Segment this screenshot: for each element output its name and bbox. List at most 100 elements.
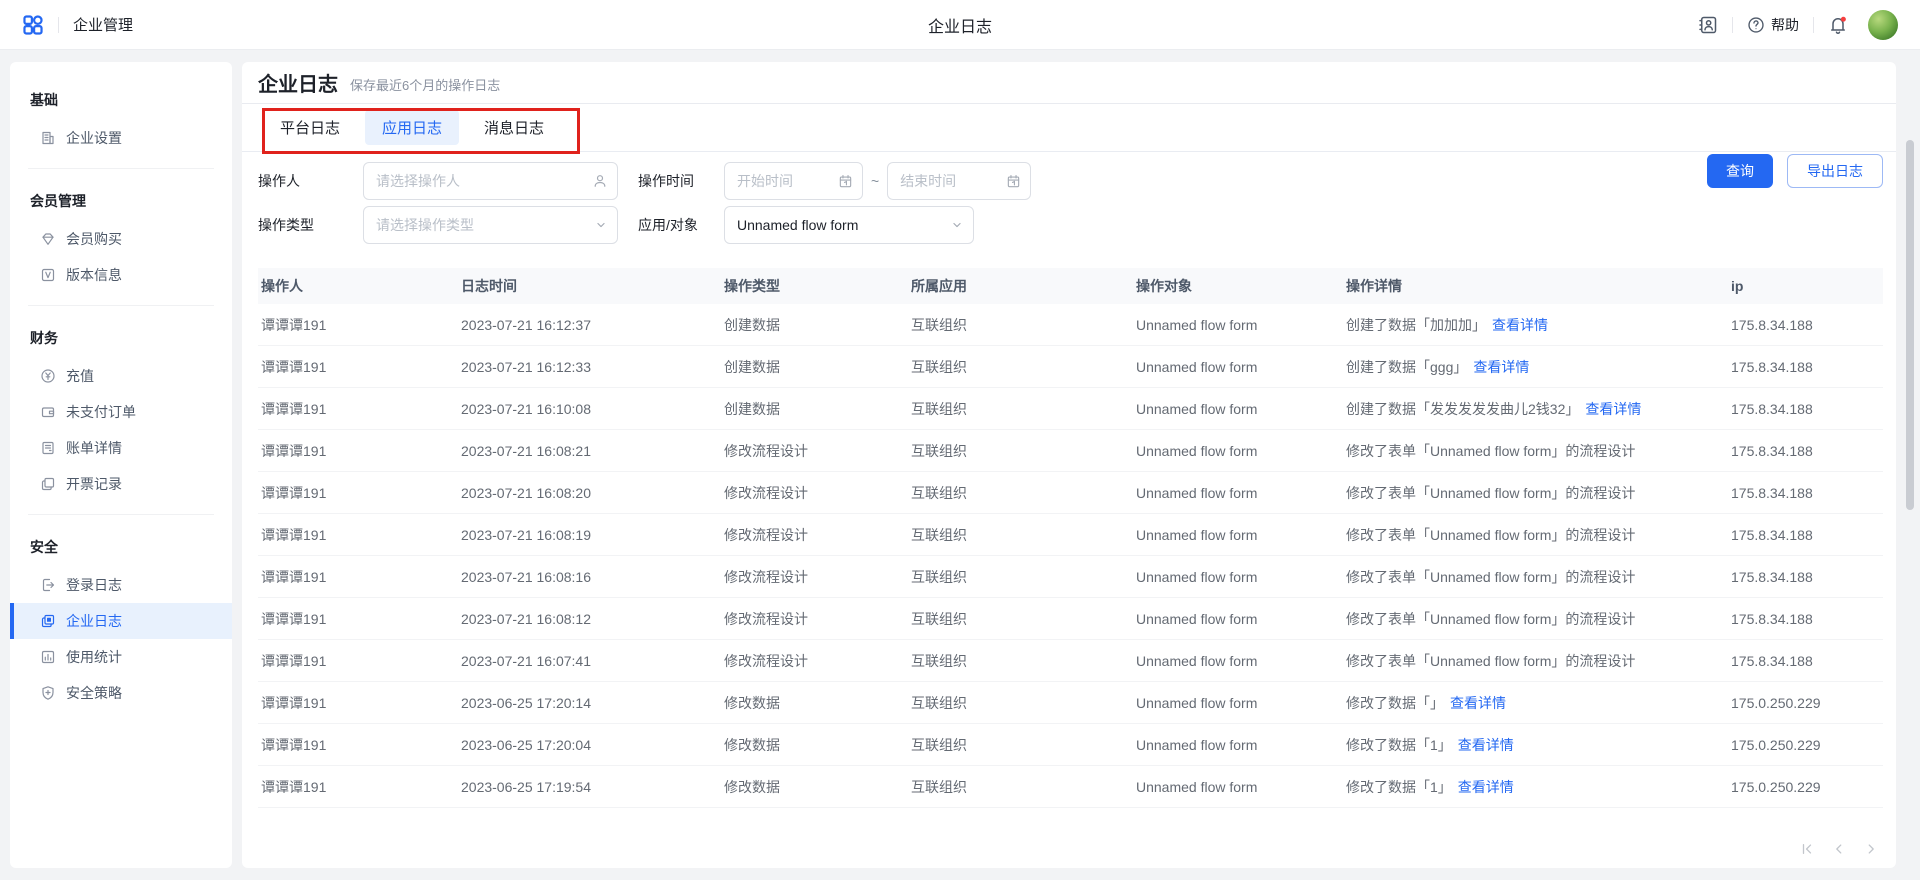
sidebar-divider [28, 305, 214, 306]
sidebar-item-member-purchase[interactable]: 会员购买 [10, 221, 232, 257]
view-details-link[interactable]: 查看详情 [1450, 695, 1506, 711]
sidebar-item-bill-details[interactable]: 账单详情 [10, 430, 232, 466]
view-details-link[interactable]: 查看详情 [1473, 359, 1529, 375]
sidebar-item-security-policy[interactable]: 安全策略 [10, 675, 232, 711]
table-cell: 2023-07-21 16:08:21 [458, 443, 721, 459]
table-cell: Unnamed flow form [1133, 569, 1343, 585]
table-cell: 互联组织 [908, 525, 1133, 545]
detail-cell: 创建了数据「发发发发发曲儿2钱32」查看详情 [1343, 399, 1728, 419]
export-logs-button[interactable]: 导出日志 [1787, 154, 1883, 188]
range-separator: ~ [871, 173, 879, 189]
table-cell: 2023-07-21 16:08:20 [458, 485, 721, 501]
vertical-scrollbar[interactable] [1906, 140, 1914, 510]
sidebar-item-label: 企业日志 [66, 611, 122, 631]
table-cell: Unnamed flow form [1133, 485, 1343, 501]
wallet-icon [40, 404, 56, 420]
detail-cell: 创建了数据「ggg」查看详情 [1343, 357, 1728, 377]
view-details-link[interactable]: 查看详情 [1492, 317, 1548, 333]
ip-cell: 175.8.34.188 [1728, 359, 1880, 375]
calendar-icon[interactable] [1006, 174, 1021, 189]
page-next-icon[interactable] [1864, 842, 1878, 856]
calendar-icon[interactable] [838, 174, 853, 189]
detail-cell: 修改了表单「Unnamed flow form」的流程设计 [1343, 567, 1728, 587]
time-label: 操作时间 [638, 171, 724, 191]
table-row: 谭谭谭1912023-07-21 16:12:37创建数据互联组织Unnamed… [258, 304, 1883, 346]
diamond-icon [40, 231, 56, 247]
sidebar-item-label: 登录日志 [66, 575, 122, 595]
sidebar-item-invoice-records[interactable]: 开票记录 [10, 466, 232, 502]
table-row: 谭谭谭1912023-07-21 16:08:16修改流程设计互联组织Unnam… [258, 556, 1883, 598]
sidebar-item-usage-stats[interactable]: 使用统计 [10, 639, 232, 675]
ip-cell: 175.8.34.188 [1728, 401, 1880, 417]
log-tabs: 平台日志应用日志消息日志 [242, 104, 1896, 152]
query-button[interactable]: 查询 [1707, 154, 1773, 188]
table-cell: 谭谭谭191 [258, 651, 458, 671]
ip-cell: 175.8.34.188 [1728, 569, 1880, 585]
sidebar-item-login-logs[interactable]: 登录日志 [10, 567, 232, 603]
detail-text: 修改了表单「Unnamed flow form」的流程设计 [1346, 653, 1635, 669]
tab-message-logs[interactable]: 消息日志 [467, 110, 561, 145]
column-header: ip [1728, 278, 1880, 294]
table-cell: 谭谭谭191 [258, 693, 458, 713]
sidebar-item-recharge[interactable]: 充值 [10, 358, 232, 394]
view-details-link[interactable]: 查看详情 [1585, 401, 1641, 417]
detail-cell: 修改了表单「Unnamed flow form」的流程设计 [1343, 525, 1728, 545]
chevron-down-icon[interactable] [594, 218, 608, 232]
page-title: 企业日志 [258, 68, 338, 97]
login-icon [40, 577, 56, 593]
view-details-link[interactable]: 查看详情 [1458, 779, 1514, 795]
apps-grid-icon[interactable] [22, 14, 44, 36]
sidebar-group-heading: 基础 [10, 80, 232, 120]
notification-bell-icon[interactable] [1828, 15, 1848, 35]
table-row: 谭谭谭1912023-07-21 16:07:41修改流程设计互联组织Unnam… [258, 640, 1883, 682]
table-cell: 2023-07-21 16:08:19 [458, 527, 721, 543]
sidebar-group-heading: 安全 [10, 527, 232, 567]
table-cell: 互联组织 [908, 777, 1133, 797]
table-cell: 修改数据 [721, 735, 908, 755]
detail-cell: 修改了数据「1」查看详情 [1343, 735, 1728, 755]
sidebar-item-version-info[interactable]: 版本信息 [10, 257, 232, 293]
sidebar-item-enterprise-logs[interactable]: 企业日志 [10, 603, 232, 639]
detail-text: 创建了数据「加加加」 [1346, 317, 1486, 333]
table-row: 谭谭谭1912023-07-21 16:08:19修改流程设计互联组织Unnam… [258, 514, 1883, 556]
page-first-icon[interactable] [1800, 842, 1814, 856]
sidebar-item-enterprise-settings[interactable]: 企业设置 [10, 120, 232, 156]
shield-plus-icon [40, 685, 56, 701]
detail-text: 修改了数据「1」 [1346, 779, 1452, 795]
tab-platform-logs[interactable]: 平台日志 [263, 110, 357, 145]
page-prev-icon[interactable] [1832, 842, 1846, 856]
table-cell: 创建数据 [721, 315, 908, 335]
sidebar-item-label: 未支付订单 [66, 402, 136, 422]
table-cell: 2023-07-21 16:08:12 [458, 611, 721, 627]
sidebar-item-label: 使用统计 [66, 647, 122, 667]
type-select[interactable] [363, 206, 618, 244]
sidebar-item-label: 账单详情 [66, 438, 122, 458]
detail-text: 修改了表单「Unnamed flow form」的流程设计 [1346, 611, 1635, 627]
recharge-icon [40, 368, 56, 384]
person-icon [592, 173, 608, 189]
app-object-select[interactable] [724, 206, 974, 244]
chevron-down-icon[interactable] [950, 218, 964, 232]
operator-input[interactable] [363, 162, 618, 200]
tab-app-logs[interactable]: 应用日志 [365, 110, 459, 145]
user-avatar[interactable] [1868, 10, 1898, 40]
table-cell: 互联组织 [908, 609, 1133, 629]
view-details-link[interactable]: 查看详情 [1458, 737, 1514, 753]
table-cell: 互联组织 [908, 357, 1133, 377]
table-cell: 谭谭谭191 [258, 399, 458, 419]
detail-cell: 创建了数据「加加加」查看详情 [1343, 315, 1728, 335]
log-table: 操作人日志时间操作类型所属应用操作对象操作详情ip谭谭谭1912023-07-2… [258, 268, 1883, 808]
table-cell: 谭谭谭191 [258, 525, 458, 545]
table-cell: 修改流程设计 [721, 567, 908, 587]
sidebar-item-unpaid-orders[interactable]: 未支付订单 [10, 394, 232, 430]
table-cell: 2023-07-21 16:10:08 [458, 401, 721, 417]
help-button[interactable]: 帮助 [1747, 15, 1799, 35]
page-head: 企业日志 保存最近6个月的操作日志 [242, 62, 1896, 104]
table-cell: 修改流程设计 [721, 525, 908, 545]
detail-text: 修改了数据「」 [1346, 695, 1444, 711]
ip-cell: 175.8.34.188 [1728, 443, 1880, 459]
building-icon [40, 130, 56, 146]
contacts-icon[interactable] [1698, 15, 1718, 35]
table-cell: 2023-07-21 16:12:37 [458, 317, 721, 333]
table-cell: 互联组织 [908, 567, 1133, 587]
